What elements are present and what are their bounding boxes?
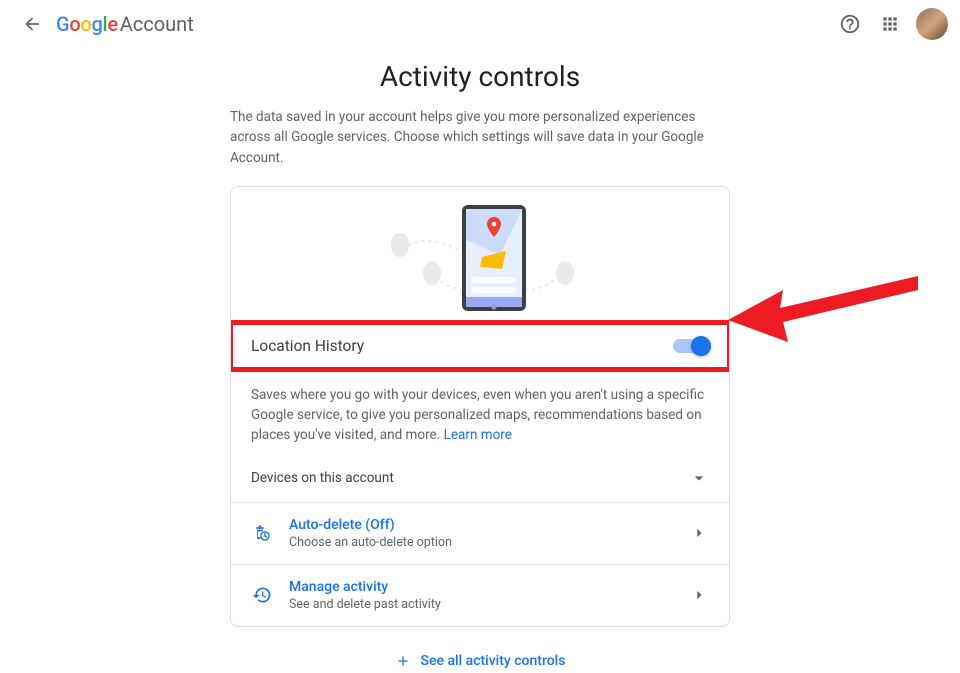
see-all-label: See all activity controls (421, 653, 566, 669)
auto-delete-icon (252, 523, 272, 543)
manage-activity-row[interactable]: Manage activity See and delete past acti… (231, 565, 729, 626)
page-title: Activity controls (230, 60, 730, 93)
logo-o1: o (69, 12, 80, 36)
chevron-right-icon (689, 585, 709, 605)
google-logo: Google Account (56, 12, 194, 36)
auto-delete-row[interactable]: Auto-delete (Off) Choose an auto-delete … (231, 503, 729, 564)
location-history-card: Location History Saves where you go with… (230, 186, 730, 627)
chevron-right-icon (689, 523, 709, 543)
logo-o2: o (80, 12, 91, 36)
manage-activity-title: Manage activity (289, 579, 689, 595)
logo-e: e (107, 12, 117, 36)
arrow-back-icon (22, 14, 42, 34)
product-name: Account (120, 12, 194, 36)
toggle-label: Location History (251, 337, 364, 355)
page-subtitle: The data saved in your account helps giv… (230, 107, 730, 168)
card-description-block: Saves where you go with your devices, ev… (231, 369, 729, 454)
card-illustration (231, 187, 729, 323)
footer: See all activity controls (230, 653, 730, 673)
auto-delete-title: Auto-delete (Off) (289, 517, 689, 533)
annotation-arrow (728, 262, 928, 352)
auto-delete-subtitle: Choose an auto-delete option (289, 535, 689, 550)
app-header: Google Account (0, 0, 960, 48)
apps-grid-icon (880, 14, 900, 34)
location-history-toggle-row: Location History (231, 323, 729, 369)
see-all-activity-controls-link[interactable]: See all activity controls (395, 653, 566, 669)
logo-g: G (56, 12, 69, 36)
help-icon (839, 13, 861, 35)
apps-button[interactable] (870, 4, 910, 44)
account-avatar[interactable] (916, 8, 948, 40)
location-history-toggle[interactable] (673, 339, 709, 353)
learn-more-link[interactable]: Learn more (444, 427, 512, 443)
main-content: Activity controls The data saved in your… (230, 60, 730, 673)
devices-label: Devices on this account (251, 470, 394, 486)
phone-map-icon (330, 195, 630, 315)
back-button[interactable] (12, 4, 52, 44)
logo-g2: g (91, 12, 102, 36)
history-icon (252, 585, 272, 605)
devices-expander[interactable]: Devices on this account (231, 454, 729, 502)
help-button[interactable] (830, 4, 870, 44)
plus-icon (395, 653, 411, 669)
toggle-knob (691, 336, 711, 356)
chevron-down-icon (689, 468, 709, 488)
manage-activity-subtitle: See and delete past activity (289, 597, 689, 612)
arrow-icon (728, 262, 928, 352)
